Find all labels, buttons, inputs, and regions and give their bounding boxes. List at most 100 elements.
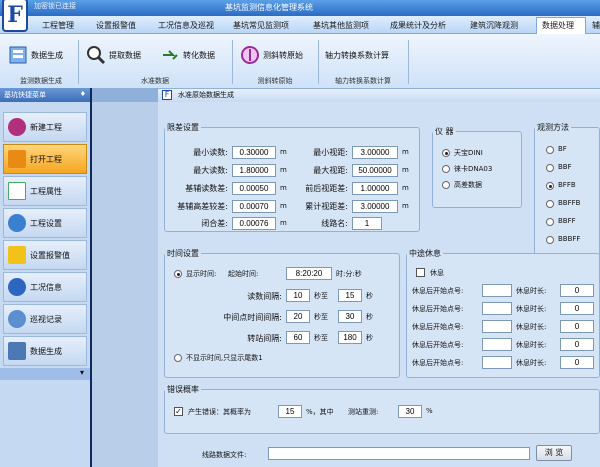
browse-button[interactable]: 浏 览 xyxy=(536,445,572,461)
range-to-label: 秒至 xyxy=(314,292,328,300)
error-checkbox[interactable]: ✓ xyxy=(174,407,183,416)
tab-leveling-generate[interactable]: 水准原始数据生成 xyxy=(158,89,600,102)
rest-checkbox[interactable] xyxy=(416,268,425,277)
instrument-radio-dini[interactable] xyxy=(442,149,450,157)
sidebar-item-properties[interactable]: 工程属性 xyxy=(3,176,87,206)
rest-duration-input[interactable] xyxy=(560,356,594,369)
station-interval-label: 转站间隔: xyxy=(247,334,282,343)
menu-settlement[interactable]: 建筑沉降观测 xyxy=(470,20,518,31)
extract-data-button[interactable]: 提取数据 xyxy=(86,42,141,68)
rest-duration-input[interactable] xyxy=(560,284,594,297)
min-sight-input[interactable] xyxy=(352,146,398,159)
route-file-input[interactable] xyxy=(268,447,530,460)
method-bffb-label: BFFB xyxy=(558,181,576,189)
read-interval-label: 读数间隔: xyxy=(247,292,282,301)
closure-label: 闭合差: xyxy=(201,219,228,228)
cum-sight-diff-input[interactable] xyxy=(352,200,398,213)
sidebar-item-label: 工况信息 xyxy=(30,282,62,292)
sidebar-item-new-project[interactable]: 新建工程 xyxy=(3,112,87,142)
min-reading-input[interactable] xyxy=(232,146,276,159)
max-reading-input[interactable] xyxy=(232,164,276,177)
unit: m xyxy=(280,202,287,210)
method-radio-bbff[interactable] xyxy=(546,218,554,226)
menu-common-items[interactable]: 基坑常见监测项 xyxy=(233,20,289,31)
method-radio-bffb[interactable] xyxy=(546,182,554,190)
sidebar-more[interactable]: ▾ xyxy=(0,368,90,380)
sidebar-item-patrol[interactable]: 巡视记录 xyxy=(3,304,87,334)
sidebar-item-settings[interactable]: 工程设置 xyxy=(3,208,87,238)
read-interval-max-input[interactable] xyxy=(338,289,362,302)
group-inclino: 测斜转原始 xyxy=(257,77,293,85)
instrument-radio-height[interactable] xyxy=(442,181,450,189)
menu-condition[interactable]: 工况信息及巡视 xyxy=(158,20,214,31)
menu-other-items[interactable]: 基坑其他监测项 xyxy=(313,20,369,31)
closure-input[interactable] xyxy=(232,217,276,230)
ribbon-separator xyxy=(78,40,79,84)
plus-icon xyxy=(8,118,26,136)
read-interval-min-input[interactable] xyxy=(286,289,310,302)
ribbon-separator xyxy=(408,40,409,84)
time-format-label: 时:分:秒 xyxy=(336,270,362,278)
menu-aux[interactable]: 辅 xyxy=(592,20,600,31)
app-logo[interactable]: F xyxy=(2,0,28,32)
unit: m xyxy=(280,184,287,192)
document-icon xyxy=(8,182,26,200)
method-bbf-label: BBF xyxy=(558,163,572,171)
title-bar: 加密锁已连接 基坑监测信息化管理系统 xyxy=(0,0,600,16)
unit: m xyxy=(402,202,409,210)
sidebar-item-data-generate[interactable]: 数据生成 xyxy=(3,336,87,366)
height-diff-input[interactable] xyxy=(232,200,276,213)
re-measure-label: 测站重测: xyxy=(348,408,379,416)
method-radio-bbffb[interactable] xyxy=(546,200,554,208)
rest-start-point-input[interactable] xyxy=(482,356,512,369)
sidebar-header: 基坑快捷菜单 ♦ xyxy=(0,88,90,102)
menu-alarm[interactable]: 设置报警值 xyxy=(96,20,136,31)
error-prob-input[interactable] xyxy=(278,405,302,418)
method-legend: 观测方法 xyxy=(537,123,569,132)
method-radio-bbbff[interactable] xyxy=(546,236,554,244)
start-time-input[interactable] xyxy=(286,267,332,280)
axial-force-button[interactable]: 轴力转换系数计算 xyxy=(325,42,389,68)
rest-start-point-label: 休息后开始点号: xyxy=(412,287,464,295)
sidebar-item-open-project[interactable]: 打开工程 xyxy=(3,144,87,174)
inclino-to-raw-label: 测斜转原始 xyxy=(263,50,303,60)
method-radio-bbf[interactable] xyxy=(546,164,554,172)
data-generate-button[interactable]: 数据生成 xyxy=(8,42,63,68)
tab-title: 水准原始数据生成 xyxy=(178,91,234,99)
rest-start-point-input[interactable] xyxy=(482,338,512,351)
base-aux-diff-input[interactable] xyxy=(232,182,276,195)
station-interval-min-input[interactable] xyxy=(286,331,310,344)
method-radio-bf[interactable] xyxy=(546,146,554,154)
rest-duration-input[interactable] xyxy=(560,338,594,351)
method-bbff-label: BBFF xyxy=(558,217,576,225)
sidebar-item-alarm[interactable]: 设置报警值 xyxy=(3,240,87,270)
ribbon-separator xyxy=(232,40,233,84)
inclino-to-raw-button[interactable]: 测斜转原始 xyxy=(240,42,303,68)
mid-interval-max-input[interactable] xyxy=(338,310,362,323)
menu-data-processing[interactable]: 数据处理 xyxy=(542,20,574,31)
rest-start-point-input[interactable] xyxy=(482,320,512,333)
station-interval-max-input[interactable] xyxy=(338,331,362,344)
rest-duration-input[interactable] xyxy=(560,320,594,333)
menu-project[interactable]: 工程管理 xyxy=(42,20,74,31)
pin-icon[interactable]: ♦ xyxy=(80,90,86,98)
sidebar-item-label: 巡视记录 xyxy=(30,314,62,324)
method-bf-label: BF xyxy=(558,145,567,153)
rest-start-point-input[interactable] xyxy=(482,284,512,297)
rest-duration-input[interactable] xyxy=(560,302,594,315)
re-measure-input[interactable] xyxy=(398,405,422,418)
instrument-radio-dna03[interactable] xyxy=(442,165,450,173)
max-sight-input[interactable] xyxy=(352,164,398,177)
hide-time-radio[interactable] xyxy=(174,354,182,362)
sight-diff-input[interactable] xyxy=(352,182,398,195)
show-time-radio[interactable] xyxy=(174,270,182,278)
min-sight-label: 最小视距: xyxy=(313,148,348,157)
convert-data-button[interactable]: 转化数据 xyxy=(160,42,215,68)
menu-statistics[interactable]: 成果统计及分析 xyxy=(390,20,446,31)
sidebar-item-condition[interactable]: 工况信息 xyxy=(3,272,87,302)
rest-start-point-input[interactable] xyxy=(482,302,512,315)
sidebar-item-label: 工程属性 xyxy=(30,186,62,196)
form-logo-icon: F xyxy=(162,90,172,100)
route-name-input[interactable] xyxy=(352,217,382,230)
mid-interval-min-input[interactable] xyxy=(286,310,310,323)
